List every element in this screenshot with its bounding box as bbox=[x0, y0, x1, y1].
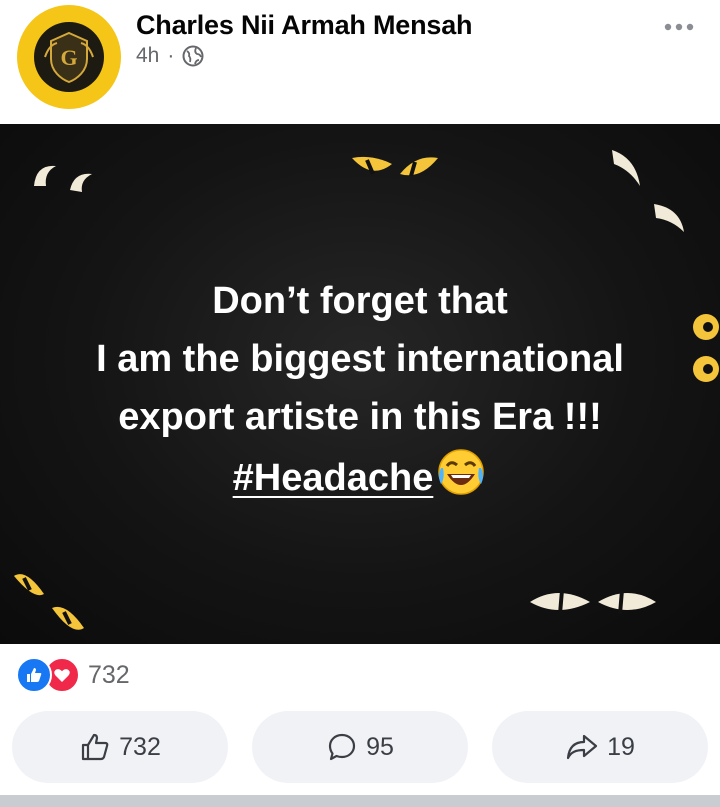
comment-button[interactable]: 95 bbox=[252, 711, 468, 783]
globe-icon bbox=[182, 45, 204, 67]
hashtag-link[interactable]: #Headache bbox=[233, 457, 434, 499]
post-image-text: Don’t forget that I am the biggest inter… bbox=[0, 272, 720, 515]
face-with-tears-of-joy-icon bbox=[435, 446, 487, 515]
share-arrow-icon bbox=[566, 734, 598, 760]
post-time[interactable]: 4h bbox=[136, 44, 159, 68]
like-reaction-icon bbox=[16, 657, 52, 693]
post-text-line4: #Headache bbox=[0, 446, 720, 515]
author-name[interactable]: Charles Nii Armah Mensah bbox=[136, 10, 473, 41]
reactions-summary[interactable]: 732 bbox=[16, 656, 130, 694]
post-divider bbox=[0, 795, 720, 807]
post-meta: 4h · bbox=[136, 44, 204, 68]
share-button[interactable]: 19 bbox=[492, 711, 708, 783]
comment-icon bbox=[328, 733, 356, 761]
post-header: G Charles Nii Armah Mensah 4h · bbox=[0, 0, 720, 124]
post-text-line1: Don’t forget that bbox=[212, 280, 508, 322]
avatar-crest-icon: G bbox=[34, 22, 104, 92]
meta-separator: · bbox=[167, 44, 175, 67]
share-count: 19 bbox=[607, 732, 635, 761]
comment-count: 95 bbox=[366, 732, 394, 761]
post-text-line3: export artiste in this Era !!! bbox=[118, 396, 602, 438]
more-options-icon[interactable] bbox=[664, 22, 694, 32]
author-avatar[interactable]: G bbox=[17, 5, 121, 109]
thumbs-up-icon bbox=[82, 733, 109, 761]
post-image[interactable]: Don’t forget that I am the biggest inter… bbox=[0, 124, 720, 644]
svg-text:G: G bbox=[60, 45, 77, 70]
post-text-line2: I am the biggest international bbox=[96, 338, 624, 380]
like-button[interactable]: 732 bbox=[12, 711, 228, 783]
like-count: 732 bbox=[119, 732, 161, 761]
reaction-count: 732 bbox=[88, 660, 130, 689]
post-actions: 732 95 19 bbox=[12, 711, 708, 783]
